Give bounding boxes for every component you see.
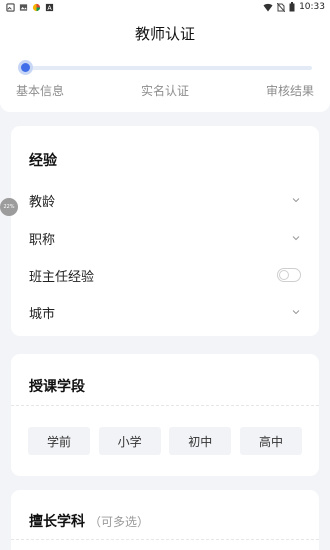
city-row[interactable]: 城市 xyxy=(29,300,301,324)
experience-title: 经验 xyxy=(29,153,57,169)
head-teacher-toggle[interactable] xyxy=(277,268,301,282)
image-icon xyxy=(19,4,28,11)
app-icon xyxy=(32,3,41,12)
teaching-years-label: 教龄 xyxy=(29,194,56,210)
font-icon: A xyxy=(45,3,54,12)
progress-current-dot xyxy=(18,60,33,75)
head-teacher-row: 班主任经验 xyxy=(29,263,301,287)
gallery-icon xyxy=(6,3,15,12)
progress-track xyxy=(18,66,312,70)
head-teacher-label: 班主任经验 xyxy=(29,269,95,285)
step-basic-info: 基本信息 xyxy=(16,84,65,98)
progress-steps: 基本信息 实名认证 审核结果 xyxy=(16,82,314,99)
status-left-icons: A xyxy=(6,3,54,12)
teaching-years-row[interactable]: 教龄 xyxy=(29,188,301,212)
chevron-down-icon xyxy=(292,236,300,241)
step-real-name: 实名认证 xyxy=(140,84,189,98)
status-right: 10:33 xyxy=(263,2,325,12)
no-sim-icon xyxy=(277,2,286,12)
step-review-result: 审核结果 xyxy=(265,84,314,98)
clock: 10:33 xyxy=(299,2,325,12)
title-rank-row[interactable]: 职称 xyxy=(29,226,301,250)
page-title: 教师认证 xyxy=(134,25,195,43)
stage-option-junior-high[interactable]: 初中 xyxy=(169,427,232,455)
subjects-card: 擅长学科 （可多选） xyxy=(11,490,319,550)
subjects-title: 擅长学科 （可多选） xyxy=(29,511,149,531)
stage-options: 学前 小学 初中 高中 xyxy=(28,427,302,455)
header-panel: 教师认证 基本信息 实名认证 审核结果 xyxy=(0,16,330,112)
teaching-stage-card: 授课学段 学前 小学 初中 高中 xyxy=(11,354,319,476)
title-rank-label: 职称 xyxy=(29,232,56,248)
city-label: 城市 xyxy=(29,306,56,322)
wifi-icon xyxy=(263,3,273,11)
subjects-hint: （可多选） xyxy=(89,515,150,529)
experience-card: 经验 教龄 职称 班主任经验 城市 xyxy=(11,126,319,336)
stage-option-primary[interactable]: 小学 xyxy=(98,427,161,455)
divider xyxy=(11,405,319,406)
battery-icon xyxy=(289,2,295,12)
chevron-down-icon xyxy=(292,198,300,203)
divider xyxy=(11,539,319,540)
svg-text:A: A xyxy=(47,5,52,12)
stage-option-preschool[interactable]: 学前 xyxy=(28,427,90,455)
subjects-title-text: 擅长学科 xyxy=(29,514,85,530)
floating-progress-badge[interactable]: 22% xyxy=(0,198,18,216)
teaching-stage-title: 授课学段 xyxy=(29,379,85,395)
stage-option-senior-high[interactable]: 高中 xyxy=(239,427,302,455)
chevron-down-icon xyxy=(292,310,300,315)
status-bar: A 10:33 xyxy=(0,0,330,16)
